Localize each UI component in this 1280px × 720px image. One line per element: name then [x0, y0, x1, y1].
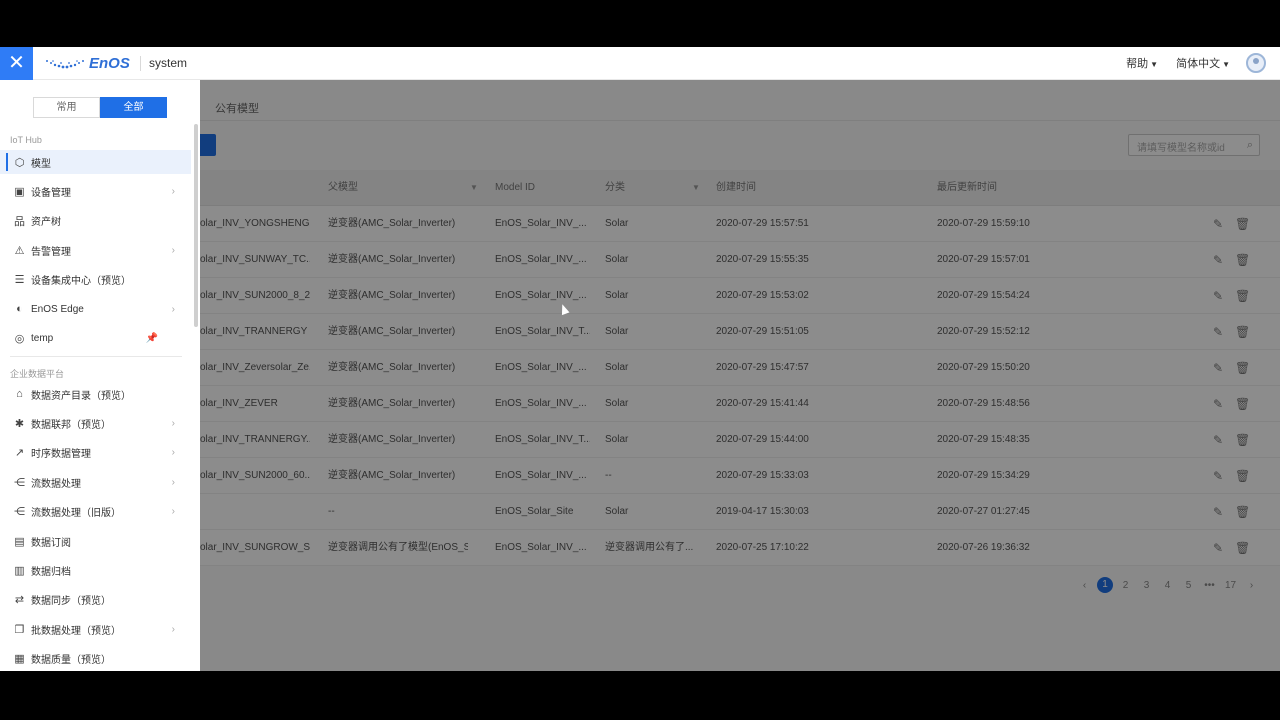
top-bar: ✕ EnOS system 帮助 ▼ 简体中文 ▼: [0, 47, 1280, 80]
stream-icon: ⋲: [14, 476, 25, 489]
sidebar-item[interactable]: ▤ 数据订阅: [0, 529, 191, 553]
sidebar-item-label: temp: [31, 332, 54, 344]
chevron-right-icon: ›: [171, 506, 175, 518]
quality-icon: ▦: [14, 653, 25, 666]
tree-icon: 品: [14, 215, 25, 228]
cube-icon: ⬡: [14, 156, 25, 169]
sidebar-item-label: 数据归档: [31, 566, 71, 578]
sidebar-item[interactable]: ❐ 批数据处理（预览） ›: [0, 617, 191, 641]
sync-icon: ⇄: [14, 594, 25, 607]
alarm-icon: ⚠: [14, 244, 25, 257]
sidebar-item-label: 流数据处理（旧版）: [31, 508, 121, 520]
sidebar-item-label: 数据质量（预览）: [31, 655, 111, 667]
pin-icon[interactable]: 📌: [146, 333, 158, 344]
sidebar-item[interactable]: ▦ 数据质量（预览）: [0, 647, 191, 671]
enos-logo[interactable]: EnOS: [45, 55, 130, 72]
sidebar-item[interactable]: ▣ 设备管理 ›: [0, 179, 191, 203]
sidebar-item-label: 数据订阅: [31, 537, 71, 549]
sidebar-item-label: 设备集成中心（预览）: [31, 276, 131, 288]
sidebar-item[interactable]: ⇄ 数据同步（预览）: [0, 588, 191, 612]
batch-icon: ❐: [14, 623, 25, 636]
device-icon: ▣: [14, 185, 25, 198]
sidebar-item[interactable]: ☰ 设备集成中心（预览）: [0, 268, 191, 292]
logo-text: EnOS: [89, 55, 130, 72]
chevron-right-icon: ›: [171, 447, 175, 459]
menu-scope-switch: 常用 全部: [33, 97, 167, 118]
section-title-iot-hub: IoT Hub: [10, 135, 42, 145]
help-menu[interactable]: 帮助 ▼: [1126, 55, 1158, 71]
caret-down-icon: ▼: [1150, 60, 1159, 69]
federation-icon: ✱: [14, 417, 25, 430]
sidebar-item-label: 数据资产目录（预览）: [31, 390, 131, 402]
close-menu-button[interactable]: ✕: [0, 47, 33, 80]
archive-icon: ▥: [14, 564, 25, 577]
sidebar-divider: [10, 356, 182, 357]
chevron-right-icon: ›: [171, 417, 175, 429]
sidebar-item[interactable]: ⋲ 流数据处理（旧版） ›: [0, 500, 191, 524]
section-title-data-platform: 企业数据平台: [10, 369, 65, 379]
sidebar-item-label: 流数据处理: [31, 478, 81, 490]
timeseries-icon: ↗: [14, 447, 25, 460]
integration-icon: ☰: [14, 274, 25, 287]
sidebar-item[interactable]: ⋲ 流数据处理 ›: [0, 470, 191, 494]
tab-all[interactable]: 全部: [100, 97, 167, 118]
chevron-right-icon: ›: [171, 303, 175, 315]
sidebar-menu: 常用 全部 IoT Hub ⬡ 模型 ▣ 设备管理 › 品资产树 ⚠ 告警管理 › ☰ 设备集成中心…: [0, 80, 200, 671]
sidebar-item[interactable]: ▥ 数据归档: [0, 558, 191, 582]
chevron-right-icon: ›: [171, 185, 175, 197]
sidebar-item-label: 资产树: [31, 217, 61, 229]
close-icon: ✕: [8, 52, 25, 74]
sidebar-scrollbar[interactable]: [194, 124, 198, 327]
chevron-right-icon: ›: [171, 623, 175, 635]
sidebar-item-label: 批数据处理（预览）: [31, 625, 121, 637]
sidebar-item[interactable]: ◐ EnOS Edge ›: [0, 297, 191, 321]
logo-divider: [140, 56, 141, 71]
sidebar-item-label: 数据同步（预览）: [31, 596, 111, 608]
sidebar-item-label: EnOS Edge: [31, 303, 84, 315]
sidebar-item-label: 时序数据管理: [31, 449, 91, 461]
tab-common[interactable]: 常用: [33, 97, 100, 118]
sidebar-item-label: 告警管理: [31, 246, 71, 258]
caret-down-icon: ▼: [1222, 60, 1230, 69]
subscribe-icon: ▤: [14, 535, 25, 548]
app-frame: ✕ EnOS system 帮助 ▼ 简体中文 ▼ 公有模型 请填写模型名称或i…: [0, 47, 1280, 671]
edge-icon: ◐: [16, 303, 23, 315]
sidebar-item[interactable]: ◎ temp 📌: [0, 326, 191, 350]
language-menu[interactable]: 简体中文 ▼: [1176, 55, 1230, 71]
sidebar-item-label: 数据联邦（预览）: [31, 419, 111, 431]
sidebar-item-label: 设备管理: [31, 187, 71, 199]
stream-old-icon: ⋲: [14, 506, 25, 519]
sidebar-item-label: 模型: [31, 158, 51, 170]
language-label: 简体中文: [1176, 58, 1221, 70]
sidebar-item[interactable]: ⬡ 模型: [0, 150, 191, 174]
catalog-icon: ⌂: [16, 388, 23, 400]
sidebar-item[interactable]: ↗ 时序数据管理 ›: [0, 441, 191, 465]
sidebar-item[interactable]: 品资产树: [0, 209, 191, 233]
sidebar-item[interactable]: ⌂ 数据资产目录（预览）: [0, 382, 191, 406]
system-name: system: [149, 56, 188, 70]
chevron-right-icon: ›: [171, 244, 175, 256]
help-label: 帮助: [1126, 58, 1149, 70]
temp-icon: ◎: [14, 332, 25, 345]
logo-dots-icon: [46, 59, 84, 68]
sidebar-item[interactable]: ✱ 数据联邦（预览） ›: [0, 411, 191, 435]
user-avatar[interactable]: [1246, 53, 1266, 73]
chevron-right-icon: ›: [171, 476, 175, 488]
top-right-menu: 帮助 ▼ 简体中文 ▼: [1108, 53, 1266, 73]
sidebar-item[interactable]: ⚠ 告警管理 ›: [0, 238, 191, 262]
